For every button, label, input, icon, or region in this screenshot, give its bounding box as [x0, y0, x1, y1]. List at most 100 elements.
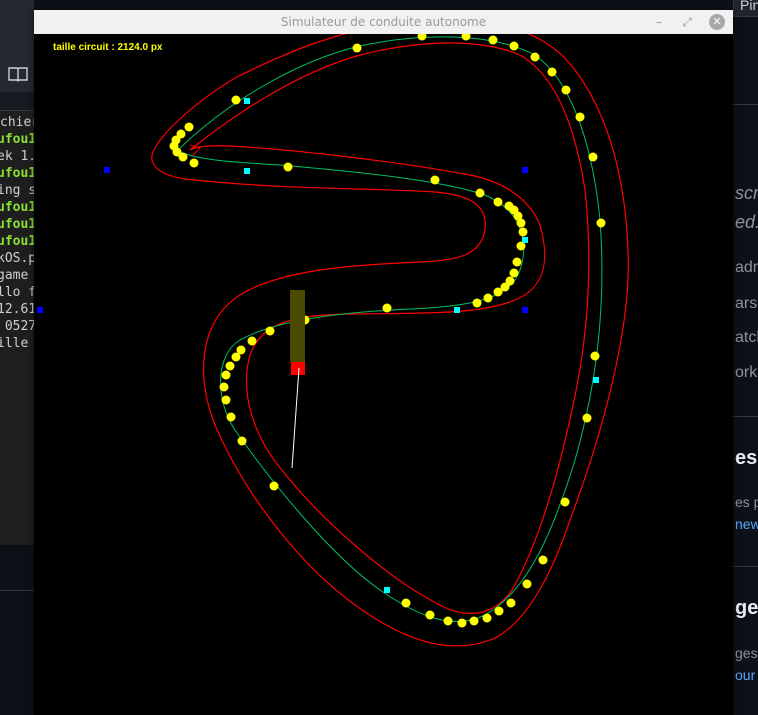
waypoint-dot	[522, 579, 532, 589]
waypoint-dot	[236, 345, 246, 355]
publish-package-link[interactable]: our f	[735, 667, 758, 683]
divider	[733, 104, 758, 105]
waypoint-dot	[582, 413, 592, 423]
waypoint-dot	[283, 162, 293, 172]
waypoint-dot	[231, 95, 241, 105]
waypoint-dot	[425, 610, 435, 620]
terminal-line: 12.61	[0, 302, 34, 317]
about-item-watch[interactable]: atch	[735, 329, 758, 347]
background-terminal: chier ufou1 ek 1. ufou1 ing s ufou1 ufou1 ufou1…	[0, 110, 34, 546]
waypoint-dot	[494, 606, 504, 616]
waypoint-dot	[176, 129, 186, 139]
car	[291, 362, 305, 375]
terminal-line: chier	[0, 115, 34, 130]
checkpoint-marker	[244, 168, 250, 174]
terminal-line: ek 1.	[0, 149, 34, 164]
waypoint-dot	[184, 122, 194, 132]
window-titlebar[interactable]: Simulateur de conduite autonome – ⤢ ✕	[34, 10, 733, 35]
section-text: es p	[735, 494, 758, 510]
waypoint-dot	[493, 197, 503, 207]
boundary-marker	[104, 167, 110, 173]
waypoint-dot	[561, 85, 571, 95]
waypoint-dot	[590, 351, 600, 361]
waypoint-dot	[469, 616, 479, 626]
terminal-line: ufou1	[0, 132, 34, 147]
checkpoint-marker	[454, 307, 460, 313]
pin-label: Pin	[740, 0, 758, 13]
background-left-footer	[0, 545, 34, 715]
waypoint-dot	[225, 361, 235, 371]
waypoint-dot	[401, 598, 411, 608]
about-item-readme[interactable]: adm	[735, 259, 758, 277]
section-heading-releases: es	[735, 447, 758, 469]
waypoint-dot	[247, 336, 257, 346]
book-icon	[8, 67, 28, 82]
waypoint-dot	[596, 218, 606, 228]
checkpoint-marker	[522, 237, 528, 243]
terminal-line: llo f	[0, 285, 34, 300]
close-button[interactable]: ✕	[709, 14, 725, 30]
waypoint-dot	[509, 41, 519, 51]
terminal-line: 0527	[4, 319, 34, 334]
boundary-marker	[522, 167, 528, 173]
terminal-line: ufou1	[0, 166, 34, 181]
waypoint-dot	[518, 227, 528, 237]
checkpoint-marker	[244, 98, 250, 104]
waypoint-dot	[506, 598, 516, 608]
waypoint-dot	[352, 43, 362, 53]
description-text: scrip	[735, 183, 758, 203]
track-view	[34, 34, 733, 715]
circuit-size-label: taille circuit : 2124.0 px	[53, 42, 163, 53]
boundary-marker	[37, 307, 43, 313]
create-release-link[interactable]: new	[735, 516, 758, 532]
boundary-marker	[522, 307, 528, 313]
waypoint-dot	[265, 326, 275, 336]
waypoint-dot	[475, 188, 485, 198]
maximize-button[interactable]: ⤢	[679, 14, 695, 30]
waypoint-dot	[237, 436, 247, 446]
window-title: Simulateur de conduite autonome	[280, 15, 487, 29]
section-text: ges	[735, 645, 758, 661]
canvas-background	[34, 34, 733, 715]
waypoint-dot	[538, 555, 548, 565]
section-heading-packages: ges	[735, 597, 758, 619]
waypoint-dot	[547, 67, 557, 77]
terminal-line: ufou1	[0, 234, 34, 249]
divider	[733, 416, 758, 417]
waypoint-dot	[575, 112, 585, 122]
waypoint-dot	[226, 412, 236, 422]
divider	[733, 566, 758, 567]
waypoint-dot	[483, 293, 493, 303]
waypoint-dot	[512, 257, 522, 267]
about-item-stars[interactable]: ars	[735, 295, 757, 313]
terminal-line: ufou1	[0, 217, 34, 232]
waypoint-dot	[269, 481, 279, 491]
waypoint-dot	[443, 616, 453, 626]
simulator-window: Simulateur de conduite autonome – ⤢ ✕ ta…	[34, 10, 733, 715]
waypoint-dot	[472, 298, 482, 308]
waypoint-dot	[482, 613, 492, 623]
waypoint-dot	[221, 395, 231, 405]
waypoint-dot	[505, 276, 515, 286]
checkpoint-marker	[384, 587, 390, 593]
waypoint-dot	[530, 52, 540, 62]
waypoint-dot	[588, 152, 598, 162]
waypoint-dot	[457, 618, 467, 628]
terminal-line: ufou1	[0, 200, 34, 215]
simulation-canvas: taille circuit : 2124.0 px	[34, 34, 733, 715]
waypoint-dot	[560, 497, 570, 507]
waypoint-dot	[509, 268, 519, 278]
divider	[0, 590, 34, 591]
terminal-line: ing s	[0, 183, 34, 198]
terminal-line: game	[0, 268, 29, 283]
about-item-forks[interactable]: orks	[735, 364, 758, 382]
description-text: ed.	[735, 212, 758, 232]
waypoint-dot	[504, 201, 514, 211]
waypoint-dot	[430, 175, 440, 185]
waypoint-dot	[488, 35, 498, 45]
minimize-button[interactable]: –	[651, 14, 667, 30]
waypoint-dot	[189, 158, 199, 168]
car-sensor-zone	[290, 290, 305, 362]
checkpoint-marker	[593, 377, 599, 383]
terminal-line: ille	[0, 336, 29, 351]
